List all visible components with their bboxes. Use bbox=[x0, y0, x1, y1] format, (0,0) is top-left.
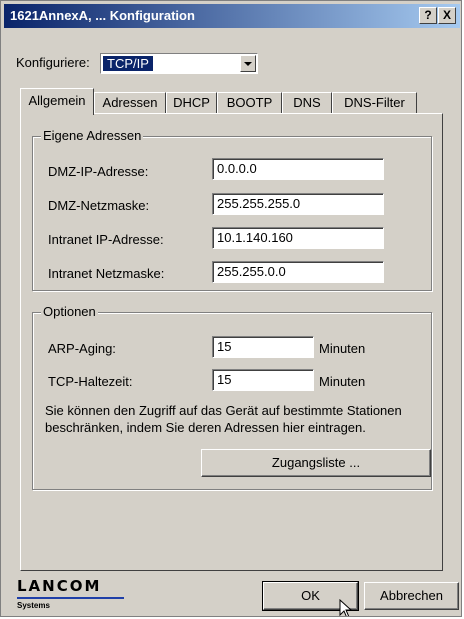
tab-dns[interactable]: DNS bbox=[282, 92, 332, 113]
configure-dropdown[interactable]: TCP/IP bbox=[100, 53, 258, 74]
access-description-line-2: beschränken, indem Sie deren Adressen hi… bbox=[45, 420, 366, 435]
lancom-logo: LANCOM Systems bbox=[17, 577, 127, 613]
tcp-holdtime-label: TCP-Haltezeit: bbox=[48, 374, 133, 389]
tab-dhcp[interactable]: DHCP bbox=[166, 92, 217, 113]
dmz-netmask-input[interactable]: 255.255.255.0 bbox=[212, 193, 384, 215]
intranet-ip-label: Intranet IP-Adresse: bbox=[48, 232, 164, 247]
access-list-button[interactable]: Zugangsliste ... bbox=[201, 449, 431, 477]
arp-aging-input[interactable]: 15 bbox=[212, 336, 314, 358]
dmz-ip-input[interactable]: 0.0.0.0 bbox=[212, 158, 384, 180]
tcp-holdtime-unit: Minuten bbox=[319, 374, 366, 389]
logo-underline bbox=[17, 597, 124, 599]
tab-dns-filter[interactable]: DNS-Filter bbox=[332, 92, 417, 113]
arp-aging-unit: Minuten bbox=[319, 341, 366, 356]
arp-aging-label: ARP-Aging: bbox=[48, 341, 116, 356]
tab-adressen[interactable]: Adressen bbox=[94, 92, 166, 113]
configure-selected-value: TCP/IP bbox=[103, 56, 153, 71]
close-button[interactable]: X bbox=[438, 7, 456, 24]
intranet-netmask-input[interactable]: 255.255.0.0 bbox=[212, 261, 384, 283]
logo-subtitle: Systems bbox=[17, 601, 50, 610]
access-description-line-1: Sie können den Zugriff auf das Gerät auf… bbox=[45, 403, 402, 418]
access-description: Sie können den Zugriff auf das Gerät auf… bbox=[45, 402, 435, 436]
window-title: 1621AnnexA, ... Konfiguration bbox=[10, 8, 195, 23]
title-bar[interactable]: 1621AnnexA, ... Konfiguration ? X bbox=[4, 4, 460, 28]
dmz-ip-label: DMZ-IP-Adresse: bbox=[48, 164, 149, 179]
cancel-button[interactable]: Abbrechen bbox=[364, 582, 459, 610]
intranet-netmask-label: Intranet Netzmaske: bbox=[48, 266, 165, 281]
intranet-ip-input[interactable]: 10.1.140.160 bbox=[212, 227, 384, 249]
tcp-holdtime-input[interactable]: 15 bbox=[212, 369, 314, 391]
dropdown-arrow-button[interactable] bbox=[240, 55, 256, 72]
config-dialog: 1621AnnexA, ... Konfiguration ? X Konfig… bbox=[0, 0, 462, 617]
mouse-pointer-icon bbox=[339, 599, 353, 616]
options-title: Optionen bbox=[41, 304, 98, 320]
dmz-netmask-label: DMZ-Netzmaske: bbox=[48, 198, 150, 213]
chevron-down-icon bbox=[244, 62, 252, 66]
configure-label: Konfiguriere: bbox=[16, 55, 90, 70]
help-button[interactable]: ? bbox=[419, 7, 437, 24]
tab-allgemein[interactable]: Allgemein bbox=[20, 88, 94, 115]
tab-bootp[interactable]: BOOTP bbox=[217, 92, 282, 113]
logo-name: LANCOM bbox=[17, 577, 102, 595]
own-addresses-title: Eigene Adressen bbox=[41, 128, 144, 144]
